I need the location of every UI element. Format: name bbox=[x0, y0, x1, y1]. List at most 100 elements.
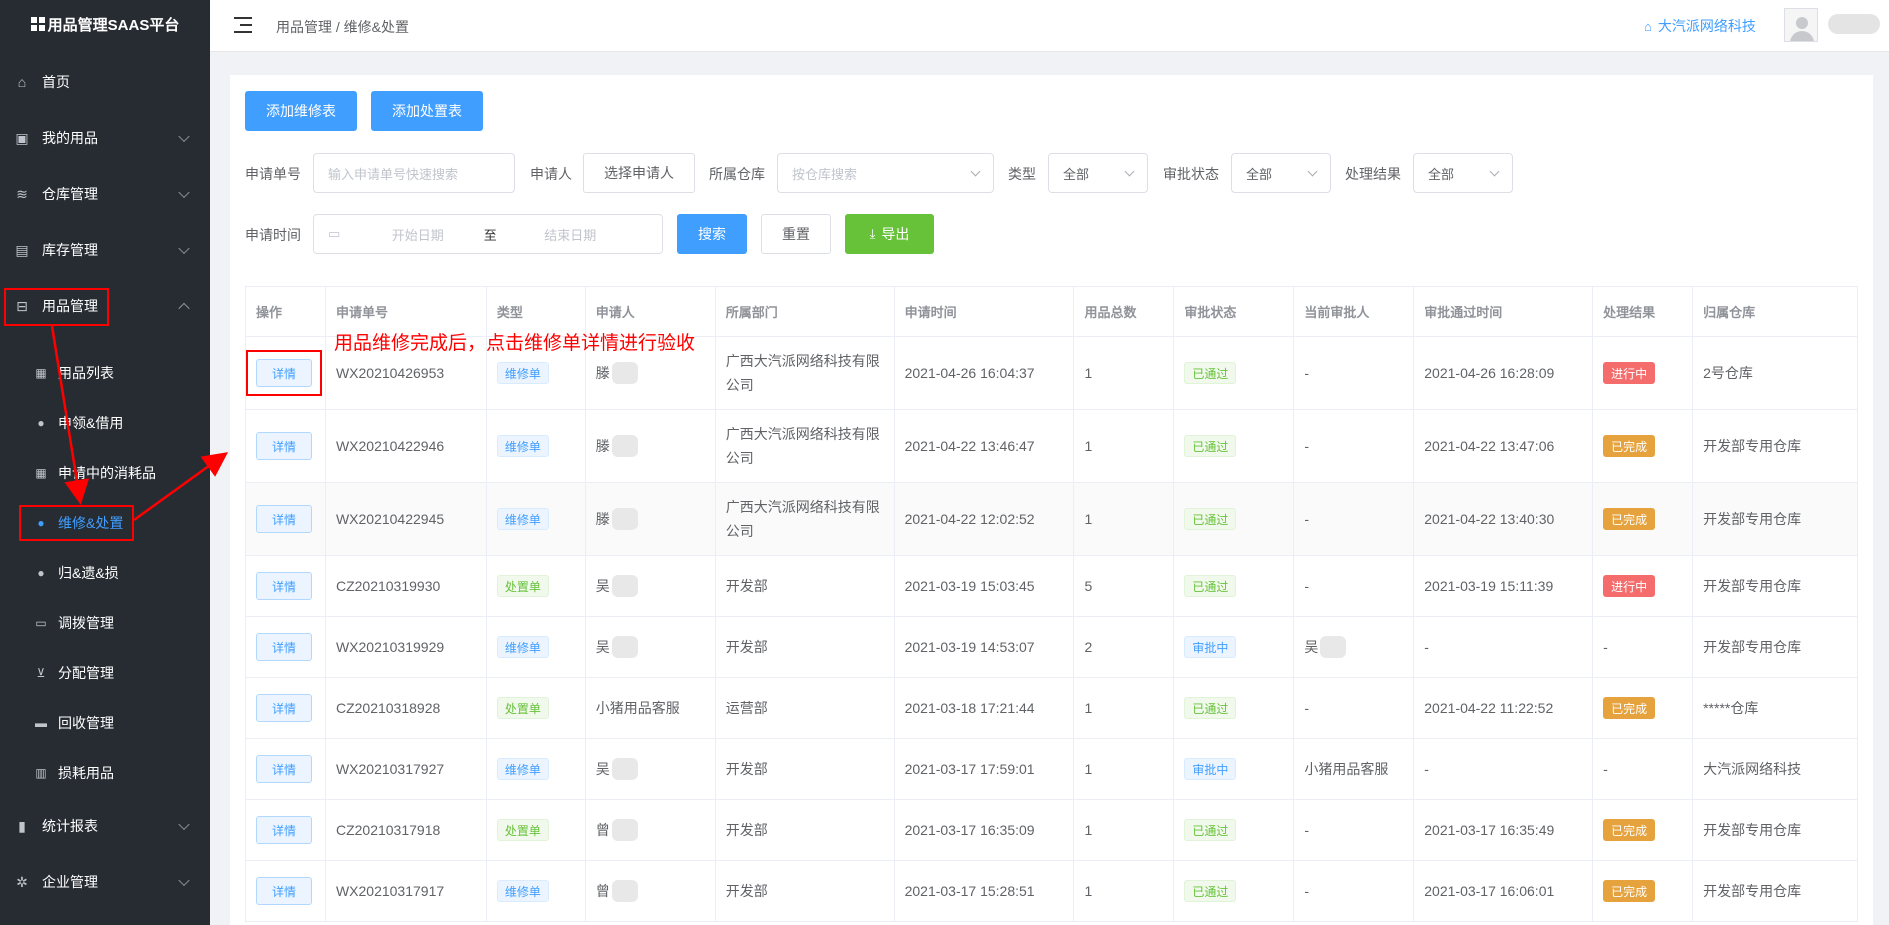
column-header[interactable]: 审批状态 bbox=[1174, 287, 1295, 336]
table-cell: 吴 bbox=[586, 739, 716, 799]
export-button[interactable]: ⤓ 导出 bbox=[845, 214, 934, 254]
clipboard-icon: ▦ bbox=[35, 366, 47, 380]
table-cell: 1 bbox=[1074, 337, 1175, 409]
search-button[interactable]: 搜索 bbox=[677, 214, 747, 254]
approval-select[interactable]: 全部 bbox=[1231, 153, 1331, 193]
sidebar-subitem-6[interactable]: ⊻ 分配管理 bbox=[0, 648, 210, 698]
detail-button[interactable]: 详情 bbox=[256, 877, 312, 905]
table-row: 详情 CZ20210319930 处置单 吴 开发部 2021-03-19 15:03:4… bbox=[246, 556, 1858, 617]
chevron-down-icon bbox=[970, 166, 981, 177]
username-redacted[interactable] bbox=[1828, 14, 1880, 34]
applicant-name: 滕 bbox=[595, 511, 610, 527]
sidebar-item-label: 仓库管理 bbox=[42, 186, 98, 202]
avatar[interactable] bbox=[1784, 8, 1818, 42]
sidebar-item-1[interactable]: ▣ 我的用品 bbox=[0, 110, 210, 166]
detail-button[interactable]: 详情 bbox=[256, 505, 312, 533]
sidebar-subitem-label: 申领&借用 bbox=[58, 415, 124, 431]
start-date-placeholder: 开始日期 bbox=[391, 227, 444, 243]
sidebar-subitem-7[interactable]: ▬ 回收管理 bbox=[0, 698, 210, 748]
column-header[interactable]: 申请时间 bbox=[895, 287, 1075, 336]
time-label: 申请时间 bbox=[245, 227, 301, 243]
table-cell: 曾 bbox=[586, 861, 716, 921]
type-tag: 维修单 bbox=[496, 435, 549, 457]
type-select[interactable]: 全部 bbox=[1048, 153, 1148, 193]
warehouse-name: 大汽派网络科技 bbox=[1703, 761, 1802, 777]
item-count: 1 bbox=[1084, 511, 1093, 527]
column-header[interactable]: 用品总数 bbox=[1074, 287, 1175, 336]
database-icon: ≋ bbox=[16, 185, 28, 202]
table-cell: 已通过 bbox=[1174, 556, 1295, 616]
chevron-down-icon bbox=[178, 186, 190, 199]
sidebar-subitem-4[interactable]: ● 归&遗&损 bbox=[0, 548, 210, 598]
order-number: WX20210422945 bbox=[335, 511, 445, 527]
approval-status-tag: 已通过 bbox=[1184, 508, 1237, 530]
sidebar-subitem-3[interactable]: ● 维修&处置 bbox=[0, 498, 210, 548]
chevron-down-icon bbox=[178, 818, 190, 831]
department: 开发部 bbox=[725, 578, 768, 594]
sidebar-item-0[interactable]: ⌂ 首页 bbox=[0, 54, 210, 110]
table-cell: - bbox=[1294, 556, 1415, 616]
column-header[interactable]: 所属部门 bbox=[716, 287, 895, 336]
sidebar-subitem-8[interactable]: ▥ 损耗用品 bbox=[0, 748, 210, 798]
sidebar-subitem-5[interactable]: ▭ 调拨管理 bbox=[0, 598, 210, 648]
table-cell: 处置单 bbox=[487, 678, 586, 738]
table-cell: 2 bbox=[1074, 617, 1175, 677]
sidebar-item-4[interactable]: ⊟ 用品管理 bbox=[0, 278, 210, 334]
department: 开发部 bbox=[725, 883, 768, 899]
detail-button[interactable]: 详情 bbox=[256, 816, 312, 844]
detail-button[interactable]: 详情 bbox=[256, 432, 312, 460]
detail-button[interactable]: 详情 bbox=[256, 694, 312, 722]
sidebar-subitem-label: 回收管理 bbox=[58, 715, 114, 731]
warehouse-name: 开发部专用仓库 bbox=[1703, 639, 1802, 655]
sidebar-subitem-0[interactable]: ▦ 用品列表 bbox=[0, 348, 210, 398]
approval-value: 全部 bbox=[1246, 166, 1273, 182]
warehouse-name: 2号仓库 bbox=[1703, 365, 1753, 381]
table-cell: 详情 bbox=[246, 556, 326, 616]
column-header[interactable]: 归属仓库 bbox=[1693, 287, 1858, 336]
reset-button[interactable]: 重置 bbox=[761, 214, 831, 254]
detail-button[interactable]: 详情 bbox=[256, 755, 312, 783]
chevron-down-icon bbox=[1124, 166, 1135, 177]
warehouse-name: *****仓库 bbox=[1703, 700, 1759, 716]
current-approver: - bbox=[1304, 700, 1310, 716]
table-cell: 开发部专用仓库 bbox=[1693, 410, 1858, 482]
detail-button[interactable]: 详情 bbox=[256, 633, 312, 661]
sidebar-item-6[interactable]: ✲ 企业管理 bbox=[0, 854, 210, 910]
table-cell: - bbox=[1593, 739, 1694, 799]
select-applicant-button[interactable]: 选择申请人 bbox=[583, 153, 695, 193]
menu-toggle-icon[interactable] bbox=[234, 17, 252, 33]
table-cell: CZ20210319930 bbox=[326, 556, 487, 616]
chevron-down-icon bbox=[178, 130, 190, 143]
column-header[interactable]: 操作 bbox=[246, 287, 326, 336]
column-header[interactable]: 处理结果 bbox=[1593, 287, 1694, 336]
sidebar-subitem-1[interactable]: ● 申领&借用 bbox=[0, 398, 210, 448]
table-cell: 开发部 bbox=[716, 617, 895, 677]
warehouse-select[interactable]: 按仓库搜索 bbox=[777, 153, 994, 193]
approved-time: - bbox=[1424, 639, 1429, 655]
column-header[interactable]: 审批通过时间 bbox=[1414, 287, 1594, 336]
detail-button[interactable]: 详情 bbox=[256, 572, 312, 600]
sidebar-item-2[interactable]: ≋ 仓库管理 bbox=[0, 166, 210, 222]
sidebar-subitem-2[interactable]: ▦ 申请中的消耗品 bbox=[0, 448, 210, 498]
order-search-input[interactable]: 输入申请单号快速搜索 bbox=[313, 153, 515, 193]
sidebar-item-3[interactable]: ▤ 库存管理 bbox=[0, 222, 210, 278]
table-cell: 2021-04-26 16:04:37 bbox=[895, 337, 1075, 409]
result-label: 处理结果 bbox=[1345, 166, 1401, 182]
app-logo[interactable]: 用品管理SAAS平台 bbox=[0, 0, 210, 48]
order-number: WX20210319929 bbox=[335, 639, 445, 655]
result-select[interactable]: 全部 bbox=[1413, 153, 1513, 193]
date-range-picker[interactable]: ▭ 开始日期 至 结束日期 bbox=[313, 214, 663, 254]
add-repair-button[interactable]: 添加维修表 bbox=[245, 91, 357, 131]
company-link[interactable]: ⌂ 大汽派网络科技 bbox=[1644, 16, 1756, 36]
export-label: 导出 bbox=[881, 226, 910, 242]
type-tag: 维修单 bbox=[496, 508, 549, 530]
add-disposal-button[interactable]: 添加处置表 bbox=[371, 91, 483, 131]
detail-button[interactable]: 详情 bbox=[256, 359, 312, 387]
sidebar-item-5[interactable]: ▮ 统计报表 bbox=[0, 798, 210, 854]
apply-time: 2021-03-19 15:03:45 bbox=[904, 578, 1035, 594]
order-label: 申请单号 bbox=[245, 166, 301, 182]
result-tag: 已完成 bbox=[1603, 435, 1656, 457]
item-count: 1 bbox=[1084, 761, 1093, 777]
column-header[interactable]: 当前审批人 bbox=[1294, 287, 1415, 336]
table-cell: 1 bbox=[1074, 739, 1175, 799]
